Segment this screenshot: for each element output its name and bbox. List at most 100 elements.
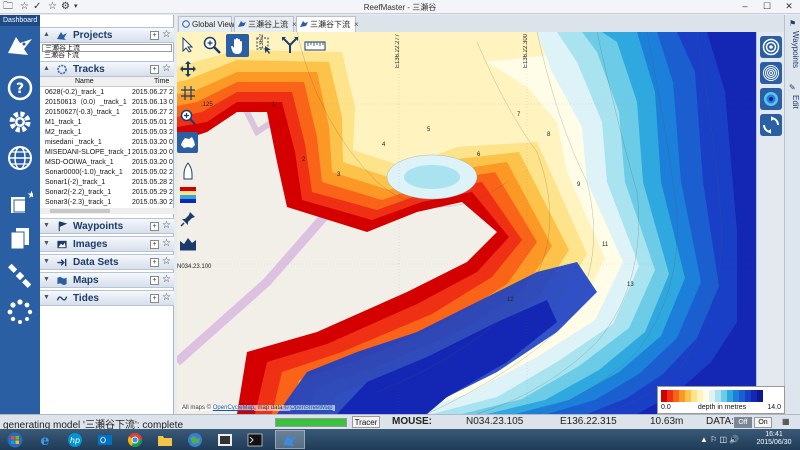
grid-icon[interactable]: ▦	[782, 417, 790, 426]
expand-arrow-icon[interactable]: ▼	[43, 294, 51, 302]
track-row[interactable]: Sonar1(-2)_track_1 2015.05.28 2	[40, 178, 174, 187]
data-off-button[interactable]: Off	[734, 417, 752, 428]
boat-icon[interactable]	[177, 160, 198, 181]
star-icon[interactable]: ☆	[162, 29, 171, 40]
column-header-name[interactable]: Name	[75, 78, 94, 85]
zoom-in-icon[interactable]	[201, 34, 222, 55]
ruler-icon[interactable]	[303, 34, 327, 55]
depth-map[interactable]: E136.22.277 E136.22.300 136.2 N034.23.10…	[177, 32, 756, 414]
tab-global-view[interactable]: Global View	[178, 16, 235, 32]
add-button[interactable]: +	[150, 240, 159, 249]
project-item[interactable]: 三瀬谷下流	[42, 52, 172, 60]
track-row[interactable]: MISEDANI-SLOPE_track_1 2015.03.20 0	[40, 148, 174, 157]
google-earth-icon[interactable]	[182, 430, 208, 449]
media-icon[interactable]	[212, 430, 238, 449]
help-icon[interactable]: ?	[5, 73, 35, 103]
tracks-horizontal-scrollbar[interactable]	[40, 208, 174, 214]
track-row[interactable]: misedani _track_1 2015.03.20 0	[40, 138, 174, 147]
expand-arrow-icon[interactable]: ▼	[43, 258, 51, 266]
star-icon[interactable]: ☆	[162, 63, 171, 74]
star-icon[interactable]: ☆	[162, 292, 171, 303]
explorer-folder-icon[interactable]	[152, 430, 178, 449]
close-button[interactable]: ✕	[778, 0, 800, 14]
expand-arrow-icon[interactable]: ▼	[43, 240, 51, 248]
layers-icon[interactable]	[177, 184, 198, 205]
pan-cross-icon[interactable]	[177, 58, 198, 79]
windows-start-icon[interactable]	[2, 430, 28, 449]
hand-pan-icon[interactable]	[226, 34, 249, 57]
track-row[interactable]: Sonar2(-2.2)_track_1 2015.05.29 2	[40, 188, 174, 197]
opencyclemap-link[interactable]: OpenCycleMap	[213, 405, 254, 411]
documents-icon[interactable]	[5, 223, 35, 253]
track-row[interactable]: Sonar3(-2.3)_track_1 2015.05.30 2	[40, 198, 174, 207]
australia-map-icon[interactable]	[177, 132, 198, 153]
depth-profile-icon[interactable]	[177, 232, 198, 253]
openstreetmap-link[interactable]: OpenStreetMap	[290, 405, 332, 411]
terminal-icon[interactable]	[242, 430, 268, 449]
spot-contour-icon[interactable]	[760, 88, 782, 110]
taskbar-clock[interactable]: 16:41 2015/06/30	[750, 431, 798, 447]
star-icon[interactable]: ☆	[162, 274, 171, 285]
tracks-header[interactable]: ▲ Tracks + ☆	[40, 61, 174, 77]
add-track-button[interactable]: +	[150, 65, 159, 74]
route-split-icon[interactable]	[279, 34, 300, 55]
maximize-button[interactable]: ☐	[756, 0, 778, 14]
hp-icon[interactable]: hp	[62, 430, 88, 449]
star-icon[interactable]: ☆	[162, 238, 171, 249]
reefmaster-icon[interactable]	[275, 430, 305, 449]
track-row[interactable]: M1_track_1 2015.05.01 2	[40, 118, 174, 127]
add-button[interactable]: +	[150, 294, 159, 303]
globe-icon[interactable]	[5, 143, 35, 173]
settings-gear-icon[interactable]	[5, 107, 35, 137]
select-arrow-icon[interactable]	[177, 34, 198, 55]
side-tab-edit[interactable]: ✎ Edit	[786, 83, 800, 123]
add-project-button[interactable]: +	[150, 31, 159, 40]
tab-close-icon[interactable]: ×	[354, 20, 359, 29]
section-header-images[interactable]: ▼ Images + ☆	[40, 236, 174, 252]
track-row[interactable]: MSD-OOIWA_track_1 2015.03.20 0	[40, 158, 174, 167]
collapse-arrow-icon[interactable]: ▲	[43, 65, 51, 73]
project-item[interactable]: 三瀬谷上流	[42, 44, 172, 52]
zoom-in-icon[interactable]	[177, 106, 198, 127]
section-header-data-sets[interactable]: ▼ Data Sets + ☆	[40, 254, 174, 270]
section-header-waypoints[interactable]: ▼ Waypoints + ☆	[40, 218, 174, 234]
track-row[interactable]: Sonar0000(-1.0)_track_1 2015.05.02 2	[40, 168, 174, 177]
sync-icon[interactable]	[760, 114, 782, 136]
track-row[interactable]: M2_track_1 2015.05.03 2	[40, 128, 174, 137]
lasso-select-icon[interactable]	[253, 34, 274, 55]
tab-upstream[interactable]: 三瀬谷上流 ×	[234, 16, 297, 32]
new-project-icon[interactable]: ★	[5, 187, 35, 217]
section-header-tides[interactable]: ▼ Tides + ☆	[40, 290, 174, 306]
system-tray[interactable]: ▲ ⚐ ◫ 🔊	[700, 435, 739, 444]
side-tab-waypoints[interactable]: ⚑ Waypoints	[786, 19, 800, 79]
outlook-icon[interactable]: O	[92, 430, 118, 449]
tab-downstream[interactable]: 三瀬谷下流 ×	[296, 16, 359, 32]
collapse-arrow-icon[interactable]: ▲	[43, 31, 51, 39]
satellite-icon[interactable]	[5, 261, 35, 291]
expand-arrow-icon[interactable]: ▼	[43, 276, 51, 284]
data-on-button[interactable]: On	[754, 417, 772, 428]
ie-icon[interactable]: e	[32, 430, 58, 449]
column-header-time[interactable]: Time	[154, 78, 169, 85]
track-row[interactable]: 0628(-0.2)_track_1 2015.06.27 2	[40, 88, 174, 97]
chrome-icon[interactable]	[122, 430, 148, 449]
shark-logo-icon[interactable]	[5, 31, 35, 61]
add-button[interactable]: +	[150, 222, 159, 231]
grid-icon[interactable]	[177, 82, 198, 103]
add-button[interactable]: +	[150, 258, 159, 267]
star-icon[interactable]: ☆	[162, 256, 171, 267]
pin-tool-icon[interactable]	[177, 208, 198, 229]
contour-lines-icon[interactable]	[760, 62, 782, 84]
track-row[interactable]: 20150627(-0.3)_track_1 2015.06.27 2	[40, 108, 174, 117]
star-icon[interactable]: ☆	[162, 220, 171, 231]
scrollbar-thumb[interactable]	[50, 209, 110, 213]
expand-arrow-icon[interactable]: ▼	[43, 222, 51, 230]
section-header-maps[interactable]: ▼ Maps + ☆	[40, 272, 174, 288]
track-row[interactable]: 20150613（0.0）_track_1 2015.06.13 0	[40, 98, 174, 107]
projects-header[interactable]: ▲ Projects + ☆	[40, 27, 174, 43]
contour-rings-icon[interactable]	[760, 36, 782, 58]
map-canvas[interactable]	[177, 32, 756, 414]
tracer-button[interactable]: Tracer	[352, 416, 380, 428]
minimize-button[interactable]: –	[734, 0, 756, 14]
add-button[interactable]: +	[150, 276, 159, 285]
